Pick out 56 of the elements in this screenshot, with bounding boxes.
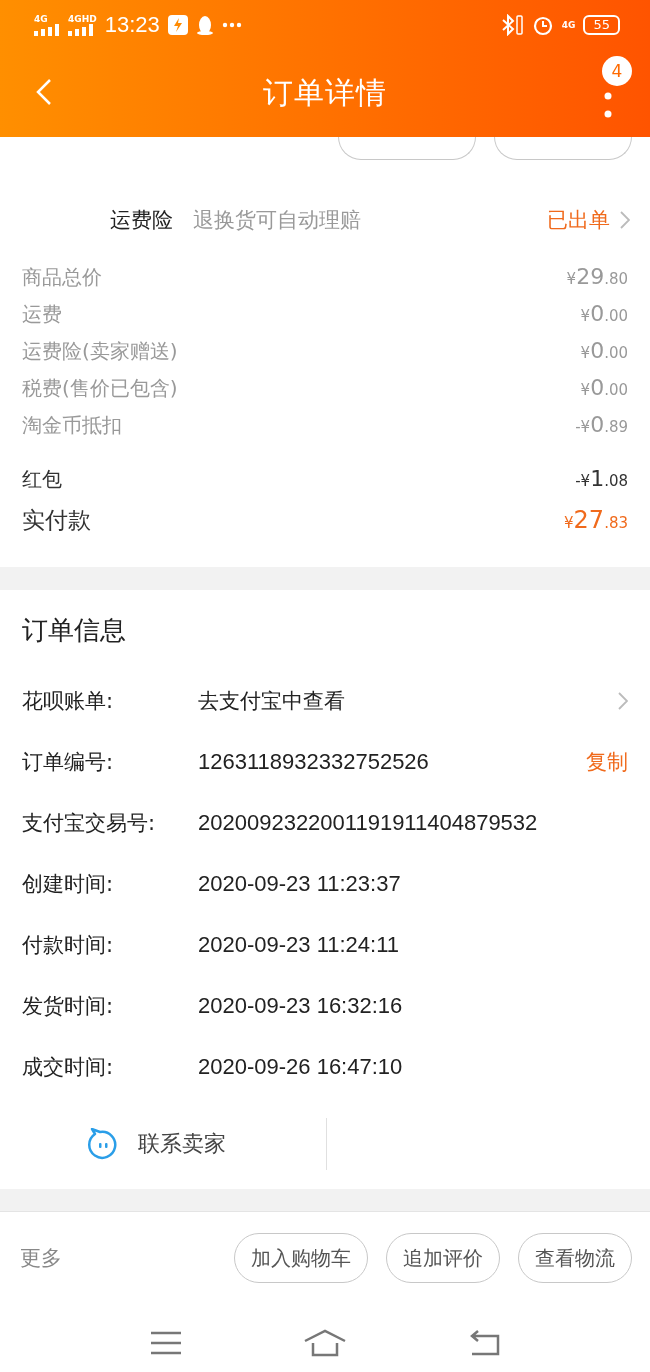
home-icon[interactable] [303,1328,347,1357]
price-label: 运费险(卖家赠送) [22,338,178,365]
more-icon[interactable] [604,92,612,118]
price-label: 红包 [22,466,62,493]
clock-time: 13:23 [104,12,160,38]
alarm-icon [531,14,554,36]
info-label: 付款时间: [22,931,115,959]
info-value: 2020-09-23 11:24:11 [198,931,400,958]
battery-level: 55 [583,15,620,35]
signal-label: 4G [34,14,48,24]
price-amount: -¥0.89 [575,412,628,437]
chat-face-icon [86,1128,120,1160]
more-link[interactable]: 更多 [20,1244,62,1272]
flash-icon [167,15,188,35]
info-label: 支付宝交易号: [22,809,157,837]
back-icon[interactable] [36,78,52,106]
insurance-name: 运费险 [110,207,173,234]
action-button[interactable]: 追加评价 [386,1233,500,1283]
price-amount: ¥0.00 [580,375,628,400]
price-amount: ¥27.83 [564,506,628,534]
info-value: 2020-09-23 16:32:16 [198,992,403,1019]
chevron-icon [620,211,630,229]
info-value: 2020092322001191911404879532 [198,809,538,836]
info-label: 发货时间: [22,992,115,1020]
action-button[interactable]: 加入购物车 [234,1233,368,1283]
info-label: 创建时间: [22,870,115,898]
more-dots-icon [221,22,242,28]
insurance-description: 退换货可自动理赔 [193,207,361,234]
section-title: 订单信息 [22,614,127,647]
info-value: 1263118932332752526 [198,748,429,775]
action-button[interactable]: 查看物流 [518,1233,632,1283]
contact-seller-button[interactable]: 联系卖家 [22,1128,326,1160]
page-title: 订单详情 [263,74,387,112]
chevron-icon [618,691,628,710]
info-label: 订单编号: [22,748,115,776]
price-label: 淘金币抵扣 [22,412,122,439]
price-amount: -¥1.08 [575,466,628,491]
penguin-icon [195,15,214,35]
price-label: 实付款 [22,506,91,535]
info-label: 成交时间: [22,1053,115,1081]
notification-badge: 4 [602,56,632,86]
menu-icon[interactable] [150,1330,183,1355]
signal-icon [34,23,60,36]
price-label: 税费(售价已包含) [22,375,178,402]
price-label: 商品总价 [22,264,102,291]
price-amount: ¥0.00 [580,301,628,326]
signal-icon [68,23,94,36]
signal-label: 4GHD [68,14,97,24]
network-label: 4G [561,20,576,30]
info-link[interactable]: 去支付宝中查看 [198,686,345,715]
info-value: 2020-09-26 16:47:10 [198,1053,403,1080]
info-label: 花呗账单: [22,687,115,715]
price-amount: ¥29.80 [566,264,628,289]
price-amount: ¥0.00 [580,338,628,363]
price-label: 运费 [22,301,62,328]
info-value: 2020-09-23 11:23:37 [198,870,401,897]
